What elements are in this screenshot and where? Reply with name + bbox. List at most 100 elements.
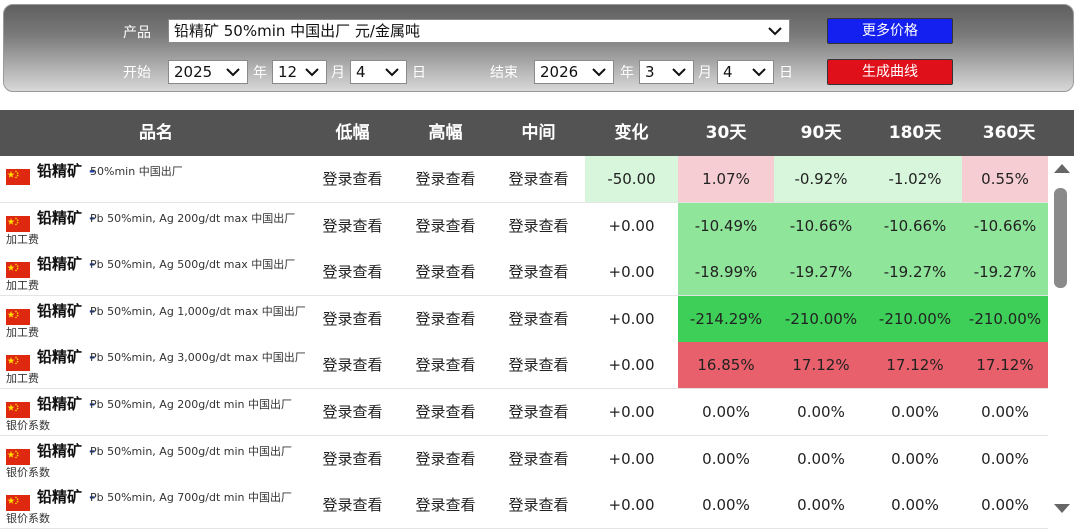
cell-high[interactable]: 登录查看 [399,482,492,528]
cell-low[interactable]: 登录查看 [306,389,399,435]
cell-change: +0.00 [608,216,655,235]
cell-mid[interactable]: 登录查看 [492,436,585,482]
cell-90d: 0.00% [797,403,845,421]
cell-low[interactable]: 登录查看 [306,342,399,388]
cell-360d: -210.00% [962,295,1048,342]
col-header-low: 低幅 [335,123,370,143]
cell-low[interactable]: 登录查看 [306,436,399,482]
table-row[interactable]: 铅精矿 - Pb 50%min, Ag 500g/dt max 中国出厂 加工费 登录查… [0,249,1048,297]
product-label: 产品 [123,25,151,41]
scrollbar-thumb[interactable] [1054,188,1067,288]
cell-180d: -10.66% [868,202,962,249]
table-header: 品名 低幅 高幅 中间 变化 30天 90天 180天 360天 [0,110,1074,156]
china-flag-icon [6,308,30,325]
product-name[interactable]: 铅精矿 [37,209,82,227]
cell-mid[interactable]: 登录查看 [492,203,585,249]
cell-90d: -210.00% [774,295,868,342]
chevron-down-icon [672,68,686,77]
product-name[interactable]: 铅精矿 [37,302,82,320]
end-month-select[interactable]: 3 [639,60,694,84]
cell-30d: 16.85% [678,342,774,389]
start-month-select[interactable]: 12 [272,60,327,84]
product-select[interactable]: 铅精矿 50%min 中国出厂 元/金属吨 [168,19,790,43]
end-day-value: 4 [723,63,733,81]
cell-30d: 0.00% [702,449,750,468]
cell-change: +0.00 [608,309,655,328]
cell-high[interactable]: 登录查看 [399,249,492,295]
start-day-select[interactable]: 4 [350,60,407,84]
china-flag-icon [6,402,30,418]
cell-mid[interactable]: 登录查看 [492,389,585,435]
table-row[interactable]: 铅精矿 - Pb 50%min, Ag 1,000g/dt max 中国出厂 加工费登… [0,295,1048,343]
cell-mid[interactable]: 登录查看 [492,342,585,388]
cell-180d: -210.00% [868,295,962,342]
cell-mid[interactable]: 登录查看 [492,482,585,528]
cell-mid[interactable]: 登录查看 [492,249,585,295]
cell-360d: 0.55% [962,156,1048,202]
end-month-value: 3 [645,63,655,81]
cell-90d: -10.66% [774,202,868,249]
start-year-select[interactable]: 2025 [168,60,248,84]
scroll-down-arrow-icon[interactable] [1054,504,1070,513]
chevron-down-icon [592,68,606,77]
cell-low[interactable]: 登录查看 [306,296,399,342]
start-day-unit: 日 [412,65,426,81]
cell-low[interactable]: 登录查看 [306,482,399,528]
product-name[interactable]: 铅精矿 [37,442,82,460]
cell-180d: 0.00% [891,496,939,515]
product-name[interactable]: 铅精矿 [37,162,82,180]
cell-180d: -1.02% [868,156,962,202]
end-year-unit: 年 [620,65,634,81]
china-flag-icon [6,215,30,232]
product-type: 加工费 [6,372,39,386]
cell-change: +0.00 [608,263,655,282]
table-row[interactable]: 铅精矿 - Pb 50%min, Ag 700g/dt min 中国出厂 银价系数 登录… [0,482,1048,530]
table-row[interactable]: 铅精矿 - Pb 50%min, Ag 200g/dt min 中国出厂 银价系数 登录… [0,389,1048,436]
end-month-unit: 月 [698,65,712,81]
table-row[interactable]: 铅精矿 - Pb 50%min, Ag 200g/dt max 中国出厂 加工费 登录查… [0,202,1048,250]
cell-90d: -19.27% [774,249,868,296]
cell-360d: 0.00% [981,449,1029,468]
cell-30d: 1.07% [678,156,774,202]
cell-high[interactable]: 登录查看 [399,203,492,249]
cell-180d: 0.00% [891,403,939,421]
product-name[interactable]: 铅精矿 [37,488,82,506]
start-year-unit: 年 [253,65,267,81]
cell-high[interactable]: 登录查看 [399,389,492,435]
cell-mid[interactable]: 登录查看 [492,296,585,342]
cell-30d: -10.49% [678,202,774,249]
cell-high[interactable]: 登录查看 [399,296,492,342]
price-table-body: 铅精矿 -50%min 中国出厂 登录查看 登录查看 登录查看 -50.00 1.07% -0… [0,156,1048,531]
table-row[interactable]: 铅精矿 -50%min 中国出厂 登录查看 登录查看 登录查看 -50.00 1.07% -0… [0,156,1048,203]
cell-high[interactable]: 登录查看 [399,156,492,202]
china-flag-icon [6,495,30,512]
product-spec: Pb 50%min, Ag 500g/dt min 中国出厂 [90,444,293,458]
cell-low[interactable]: 登录查看 [306,203,399,249]
start-day-value: 4 [356,63,366,81]
table-scrollbar[interactable] [1050,156,1072,531]
cell-360d: -19.27% [962,249,1048,296]
table-row[interactable]: 铅精矿 - Pb 50%min, Ag 3,000g/dt max 中国出厂 加工费登… [0,342,1048,390]
generate-curve-button[interactable]: 生成曲线 [827,59,953,85]
cell-180d: 0.00% [891,449,939,468]
cell-low[interactable]: 登录查看 [306,156,399,202]
cell-change: -50.00 [585,156,678,202]
chevron-down-icon [385,68,399,77]
end-day-select[interactable]: 4 [717,60,774,84]
product-name[interactable]: 铅精矿 [37,348,82,366]
cell-90d: -0.92% [774,156,868,202]
product-name[interactable]: 铅精矿 [37,395,82,413]
table-row[interactable]: 铅精矿 - Pb 50%min, Ag 500g/dt min 中国出厂 银价系数 登录… [0,435,1048,483]
chevron-down-icon [768,27,782,36]
cell-high[interactable]: 登录查看 [399,436,492,482]
scroll-up-arrow-icon[interactable] [1054,164,1070,173]
more-prices-button[interactable]: 更多价格 [827,18,953,44]
product-type: 银价系数 [6,419,50,432]
cell-high[interactable]: 登录查看 [399,342,492,388]
end-year-select[interactable]: 2026 [534,60,614,84]
cell-mid[interactable]: 登录查看 [492,156,585,202]
start-year-value: 2025 [174,63,213,81]
product-name[interactable]: 铅精矿 [37,255,82,273]
product-spec: Pb 50%min, Ag 200g/dt max 中国出厂 [90,211,296,225]
cell-low[interactable]: 登录查看 [306,249,399,295]
